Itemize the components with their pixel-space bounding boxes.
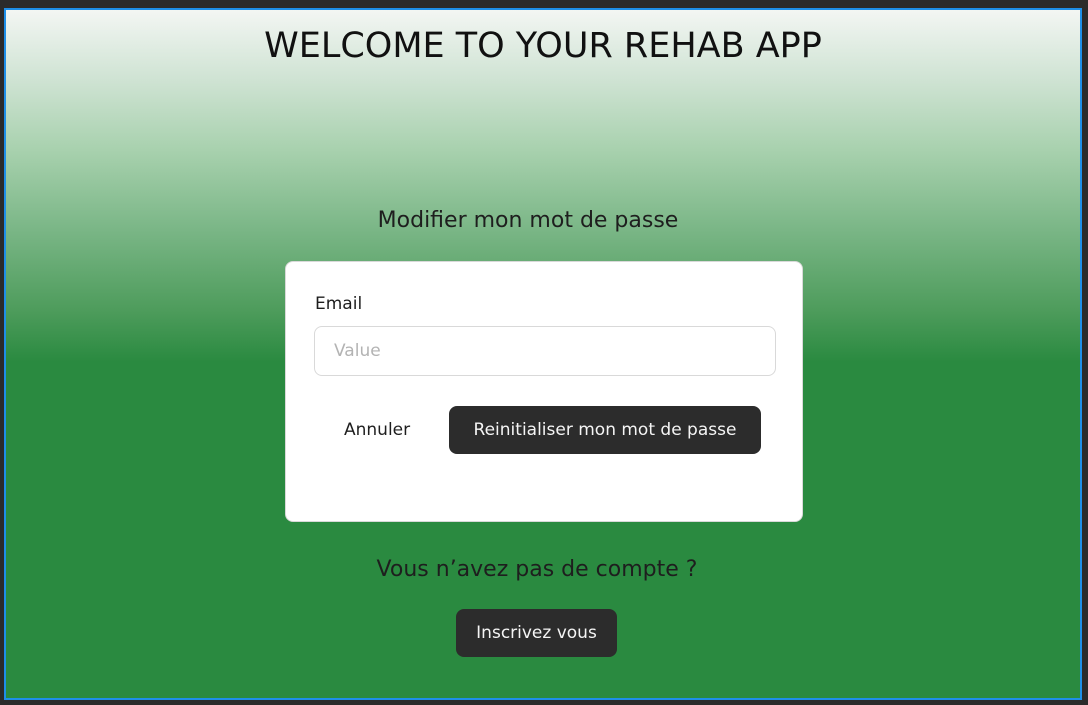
- signup-button[interactable]: Inscrivez vous: [456, 609, 617, 657]
- page-title: WELCOME TO YOUR REHAB APP: [264, 26, 822, 66]
- reset-password-card: Email Annuler Reinitialiser mon mot de p…: [285, 261, 803, 522]
- reset-heading: Modifier mon mot de passe: [377, 208, 679, 233]
- cancel-button[interactable]: Annuler: [326, 406, 428, 454]
- reset-password-button[interactable]: Reinitialiser mon mot de passe: [449, 406, 761, 454]
- email-field[interactable]: [314, 326, 776, 376]
- email-label: Email: [315, 294, 363, 314]
- app-frame: WELCOME TO YOUR REHAB APP Modifier mon m…: [4, 8, 1082, 700]
- no-account-prompt: Vous n’avez pas de compte ?: [376, 557, 698, 582]
